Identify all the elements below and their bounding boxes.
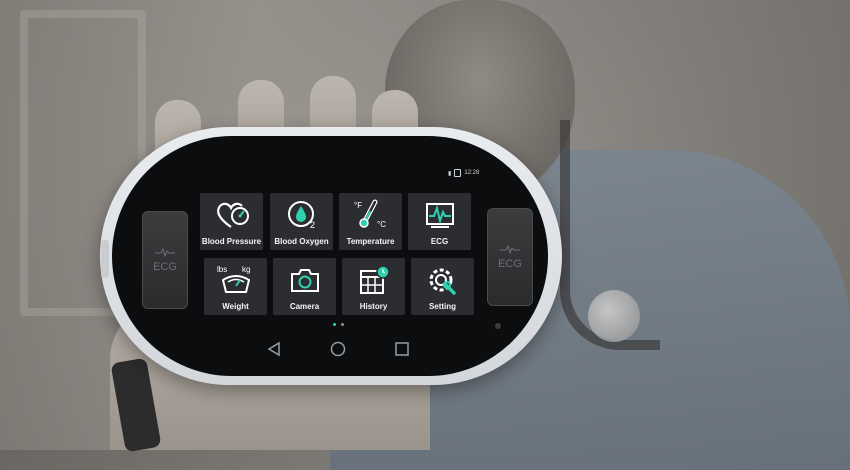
- heart-icon: [216, 202, 249, 228]
- app-label: Setting: [428, 302, 457, 311]
- front-camera: [495, 323, 501, 329]
- back-icon: [267, 341, 280, 357]
- app-label: Blood Oxygen: [274, 237, 329, 246]
- app-grid: Blood Pressure 2 Blood Oxygen °F °C Temp…: [200, 193, 474, 315]
- status-bar: ▮ 12:28: [448, 169, 479, 177]
- ecg-pad-right[interactable]: ECG: [487, 208, 533, 306]
- svg-text:lbs: lbs: [217, 265, 227, 274]
- app-label: Weight: [222, 302, 249, 311]
- app-ecg[interactable]: ECG: [408, 193, 471, 250]
- home-button[interactable]: [329, 340, 347, 358]
- svg-text:kg: kg: [242, 265, 250, 274]
- page-indicator: [333, 323, 344, 326]
- recents-button[interactable]: [393, 340, 411, 358]
- recents-icon: [395, 342, 409, 356]
- app-camera[interactable]: Camera: [273, 258, 336, 315]
- app-weight[interactable]: lbs kg Weight: [204, 258, 267, 315]
- status-time: 12:28: [464, 170, 480, 176]
- back-button[interactable]: [265, 340, 283, 358]
- app-label: Camera: [289, 302, 320, 311]
- page-dot: [341, 323, 344, 326]
- app-history[interactable]: History: [342, 258, 405, 315]
- app-label: Blood Pressure: [201, 237, 262, 246]
- page-dot-active: [333, 323, 336, 326]
- wrench-gear-icon: [429, 268, 456, 295]
- app-label: ECG: [430, 237, 449, 246]
- droplet-o2-icon: 2: [287, 201, 315, 230]
- app-setting[interactable]: Setting: [411, 258, 474, 315]
- app-label: History: [359, 302, 388, 311]
- scale-icon: lbs kg: [217, 265, 250, 293]
- app-label: Temperature: [346, 237, 395, 246]
- camera-icon: [290, 269, 319, 292]
- ecg-icon: [425, 203, 454, 228]
- svg-text:°C: °C: [377, 220, 386, 229]
- side-button[interactable]: [101, 240, 109, 278]
- calendar-clock-icon: [359, 265, 390, 294]
- thermometer-icon: °F °C: [354, 199, 386, 229]
- app-temperature[interactable]: °F °C Temperature: [339, 193, 402, 250]
- ecg-pad-label: ECG: [498, 258, 522, 270]
- signal-icon: ▮: [448, 170, 452, 177]
- ecg-pad-left[interactable]: ECG: [142, 211, 188, 309]
- app-blood-oxygen[interactable]: 2 Blood Oxygen: [270, 193, 333, 250]
- ecg-pad-label: ECG: [153, 261, 177, 273]
- svg-text:°F: °F: [354, 201, 362, 210]
- svg-text:2: 2: [310, 220, 315, 230]
- ecg-wave-icon: [500, 244, 520, 254]
- stethoscope-chestpiece: [588, 290, 640, 342]
- battery-icon: [454, 169, 462, 177]
- app-blood-pressure[interactable]: Blood Pressure: [200, 193, 263, 250]
- ecg-wave-icon: [155, 247, 175, 257]
- home-icon: [330, 341, 346, 357]
